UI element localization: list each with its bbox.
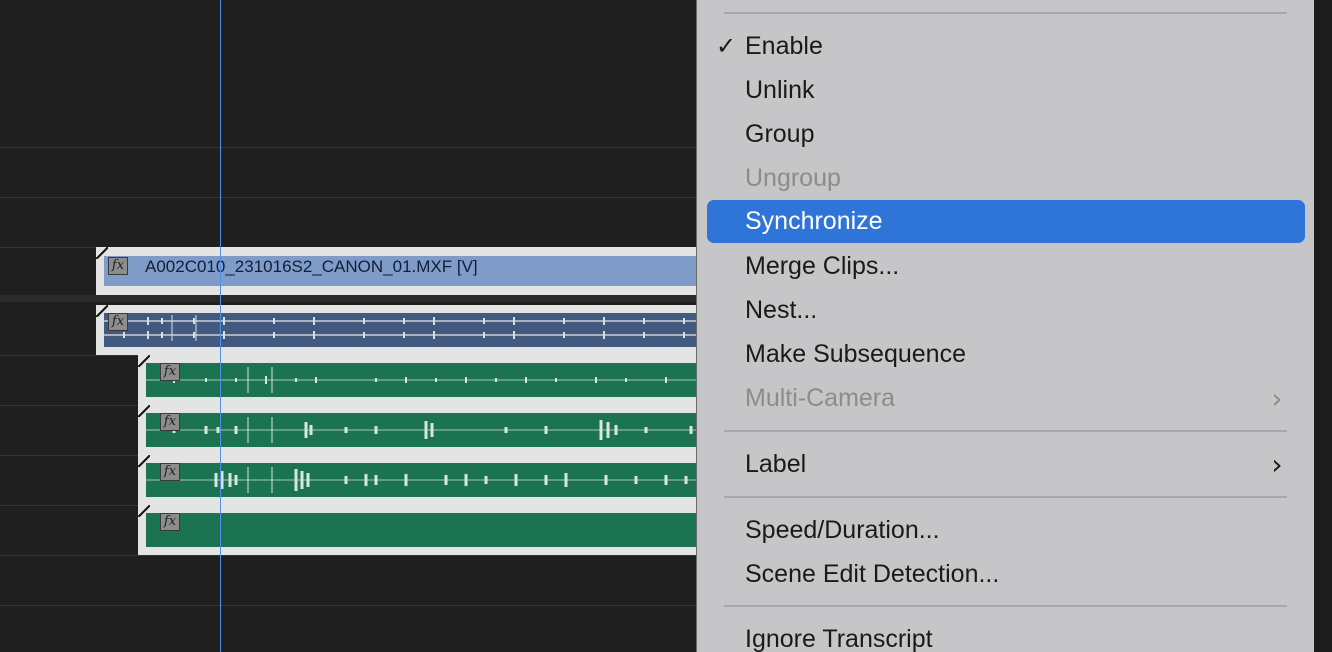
audio-clip[interactable]: fx (138, 405, 700, 455)
waveform-graphic (104, 315, 700, 341)
menu-item-ungroup: Ungroup (707, 157, 1305, 200)
playhead-line[interactable] (220, 0, 221, 652)
menu-item-label: Ungroup (745, 164, 841, 192)
clip-corner-marker (138, 505, 150, 517)
video-clip-name: A002C010_231016S2_CANON_01.MXF [V] (145, 257, 478, 276)
checkmark-icon: ✓ (715, 33, 737, 60)
clip-corner-marker (96, 305, 108, 317)
menu-item-group[interactable]: Group (707, 113, 1305, 156)
submenu-arrow-icon: › (1271, 382, 1283, 415)
menu-separator (724, 605, 1287, 607)
clip-corner-marker (138, 355, 150, 367)
waveform-graphic (146, 367, 700, 393)
fx-badge[interactable]: fx (160, 513, 180, 531)
menu-item-label: Enable (745, 32, 823, 60)
track-divider (0, 555, 700, 556)
audio-waveform (146, 367, 700, 393)
audio-clip-body (146, 513, 700, 547)
video-clip[interactable]: fx A002C010_231016S2_CANON_01.MXF [V] (96, 247, 700, 295)
menu-item-synchronize[interactable]: Synchronize (707, 200, 1305, 243)
app-stage: fx A002C010_231016S2_CANON_01.MXF [V] fx (0, 0, 1332, 652)
menu-item-scene-edit-detection[interactable]: Scene Edit Detection... (707, 553, 1305, 596)
audio-clip[interactable]: fx (138, 505, 700, 555)
audio-waveform (104, 315, 700, 341)
submenu-arrow-icon: › (1271, 448, 1283, 481)
clip-corner-marker (138, 455, 150, 467)
menu-item-make-subsequence[interactable]: Make Subsequence (707, 333, 1305, 376)
menu-item-label: Merge Clips... (745, 252, 900, 280)
clip-corner-marker (138, 405, 150, 417)
fx-badge[interactable]: fx (108, 257, 128, 275)
menu-separator (724, 430, 1287, 432)
menu-item-label: Label (745, 450, 807, 478)
menu-separator (724, 12, 1287, 14)
menu-item-label: Speed/Duration... (745, 516, 940, 544)
waveform-graphic (146, 417, 700, 443)
menu-item-label: Synchronize (745, 207, 883, 235)
menu-item-label: Multi-Camera (745, 384, 896, 412)
menu-item-speed-duration[interactable]: Speed/Duration... (707, 509, 1305, 552)
menu-item-multi-camera: Multi-Camera › (707, 377, 1305, 420)
track-divider (0, 197, 700, 198)
menu-item-label: Ignore Transcript (745, 625, 933, 652)
menu-item-label: Group (745, 120, 815, 148)
linked-audio-clip[interactable]: fx (96, 305, 700, 355)
menu-item-nest[interactable]: Nest... (707, 289, 1305, 332)
video-audio-divider (0, 295, 700, 302)
audio-clip[interactable]: fx (138, 355, 700, 405)
clip-corner-marker (96, 247, 108, 259)
menu-item-unlink[interactable]: Unlink (707, 69, 1305, 112)
menu-item-label: Nest... (745, 296, 818, 324)
menu-item-ignore-transcript[interactable]: Ignore Transcript (707, 618, 1305, 652)
audio-waveform (146, 417, 700, 443)
audio-waveform (146, 467, 700, 493)
menu-separator (724, 496, 1287, 498)
fx-badge[interactable]: fx (160, 363, 180, 381)
fx-badge[interactable]: fx (108, 313, 128, 331)
menu-item-label: Scene Edit Detection... (745, 560, 1000, 588)
menu-item-merge-clips[interactable]: Merge Clips... (707, 245, 1305, 288)
audio-clip[interactable]: fx (138, 455, 700, 505)
track-divider (0, 147, 700, 148)
waveform-graphic (146, 467, 700, 493)
track-divider (0, 605, 700, 606)
timeline-panel[interactable]: fx A002C010_231016S2_CANON_01.MXF [V] fx (0, 0, 700, 652)
fx-badge[interactable]: fx (160, 413, 180, 431)
menu-item-enable[interactable]: ✓ Enable (707, 25, 1305, 68)
menu-item-label-submenu[interactable]: Label › (707, 443, 1305, 486)
fx-badge[interactable]: fx (160, 463, 180, 481)
menu-item-label: Unlink (745, 76, 815, 104)
clip-context-menu: ✓ Enable Unlink Group Ungroup Synchroniz… (696, 0, 1315, 652)
panel-edge (1314, 0, 1332, 652)
menu-item-label: Make Subsequence (745, 340, 966, 368)
